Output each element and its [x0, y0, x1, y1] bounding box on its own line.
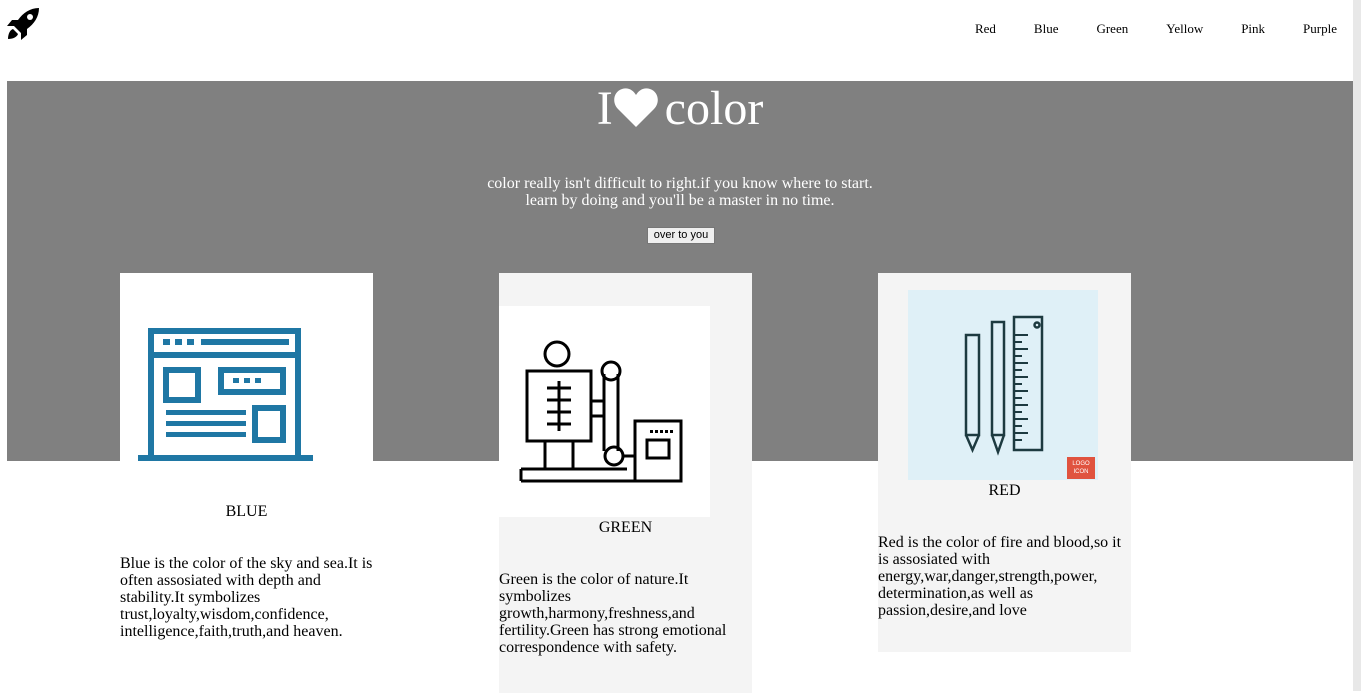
card-title-green: GREEN — [598, 519, 653, 536]
scrollbar[interactable] — [1353, 0, 1361, 691]
nav-link-pink[interactable]: Pink — [1241, 21, 1265, 37]
card-blue: BLUE Blue is the color of the sky and se… — [120, 273, 373, 673]
nav-link-purple[interactable]: Purple — [1303, 21, 1337, 37]
nav-link-blue[interactable]: Blue — [1034, 21, 1059, 37]
xray-machine-icon — [519, 340, 683, 483]
nav-link-red[interactable]: Red — [975, 21, 996, 37]
heart-icon — [613, 88, 658, 127]
card-title-red: RED — [988, 482, 1021, 499]
xray-image — [499, 306, 710, 517]
hero-title-prefix: I — [596, 82, 613, 135]
card-green: GREEN Green is the color of nature.It sy… — [499, 273, 752, 693]
tagline-line-1: color really isn't difficult to right.if… — [487, 175, 873, 192]
tagline-line-2: learn by doing and you'll be a master in… — [525, 192, 835, 209]
web-layout-icon — [138, 328, 313, 461]
nav-link-yellow[interactable]: Yellow — [1166, 21, 1203, 37]
hero-tagline: color really isn't difficult to right.if… — [7, 175, 1353, 209]
card-desc-green: Green is the color of nature.It symboliz… — [499, 571, 727, 656]
card-red: LOGO ICON RED Red is the color of fire a… — [878, 273, 1131, 652]
hero-title-word: color — [664, 82, 764, 135]
rocket-logo-icon[interactable] — [6, 7, 40, 41]
over-to-you-button[interactable]: over to you — [647, 227, 715, 244]
top-nav: Red Blue Green Yellow Pink Purple — [937, 21, 1337, 37]
nav-link-green[interactable]: Green — [1096, 21, 1128, 37]
hero-title: Icolor — [7, 81, 1353, 137]
card-desc-red: Red is the color of fire and blood,so it… — [878, 534, 1122, 619]
card-title-blue: BLUE — [225, 503, 268, 520]
stationery-image: LOGO ICON — [908, 290, 1098, 480]
logo-icon-badge: LOGO ICON — [1067, 457, 1095, 479]
pen-pencil-ruler-icon — [964, 315, 1044, 456]
card-desc-blue: Blue is the color of the sky and sea.It … — [120, 555, 373, 640]
